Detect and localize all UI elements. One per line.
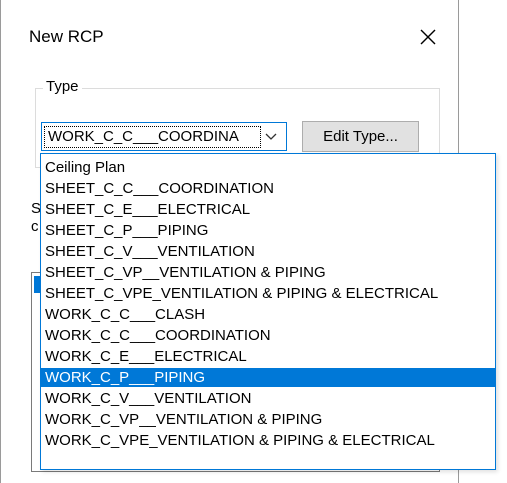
edit-type-button[interactable]: Edit Type... (302, 121, 419, 152)
dropdown-item[interactable]: WORK_C_E___ELECTRICAL (41, 347, 495, 366)
dropdown-item[interactable]: SHEET_C_VP__VENTILATION & PIPING (41, 263, 495, 282)
type-combobox-value: WORK_C_C___COORDINA (44, 126, 261, 148)
dropdown-item[interactable]: Ceiling Plan (41, 158, 495, 177)
dropdown-item[interactable]: WORK_C_P___PIPING (41, 368, 495, 387)
dropdown-item[interactable]: WORK_C_V___VENTILATION (41, 389, 495, 408)
type-dropdown-list[interactable]: Ceiling Plan SHEET_C_C___COORDINATION SHEE… (40, 153, 496, 470)
dropdown-item[interactable]: WORK_C_C___COORDINATION (41, 326, 495, 345)
close-button[interactable] (413, 22, 443, 52)
type-combobox[interactable]: WORK_C_C___COORDINA (41, 122, 287, 151)
partial-label-c: c (31, 218, 39, 235)
dropdown-item[interactable]: SHEET_C_VPE_VENTILATION & PIPING & ELECT… (41, 284, 495, 303)
chevron-down-icon (265, 133, 277, 140)
dropdown-item[interactable]: SHEET_C_V___VENTILATION (41, 242, 495, 261)
dropdown-item[interactable]: WORK_C_VP__VENTILATION & PIPING (41, 410, 495, 429)
dropdown-item[interactable]: WORK_C_C___CLASH (41, 305, 495, 324)
dropdown-item[interactable]: SHEET_C_C___COORDINATION (41, 179, 495, 198)
dropdown-item[interactable]: SHEET_C_P___PIPING (41, 221, 495, 240)
dialog-title: New RCP (29, 27, 104, 46)
close-icon (420, 29, 436, 45)
type-group-label: Type (43, 78, 82, 95)
dropdown-item[interactable]: SHEET_C_E___ELECTRICAL (41, 200, 495, 219)
dropdown-item[interactable]: WORK_C_VPE_VENTILATION & PIPING & ELECTR… (41, 431, 495, 450)
